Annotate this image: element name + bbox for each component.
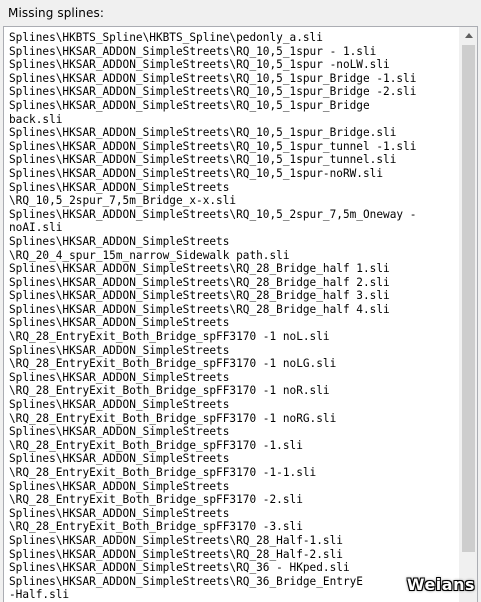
scroll-thumb[interactable] [462, 45, 475, 552]
spline-path-line: Splines\HKSAR_ADDON_SimpleStreets\RQ_10,… [9, 58, 390, 72]
spline-path-line: Splines\HKSAR_ADDON_SimpleStreets\RQ_28_… [9, 547, 343, 561]
watermark-logo: Weians [406, 575, 475, 594]
spline-path-line: Splines\HKSAR_ADDON_SimpleStreets [9, 370, 230, 384]
spline-path-line: \RQ_28_EntryExit_Both_Bridge_spFF3170 -1… [9, 411, 337, 425]
caption-label: Missing splines: [8, 6, 104, 20]
spline-path-line: Splines\HKSAR_ADDON_SimpleStreets [9, 452, 230, 466]
spline-path-line: \RQ_28_EntryExit_Both_Bridge_spFF3170 -3… [9, 520, 303, 534]
spline-path-line: Splines\HKSAR_ADDON_SimpleStreets [9, 180, 230, 194]
spline-path-line: \RQ_20_4_spur_15m_narrow_Sidewalk path.s… [9, 248, 290, 262]
spline-path-line: Splines\HKSAR_ADDON_SimpleStreets\RQ_28_… [9, 262, 390, 276]
spline-path-line: noAI.sli [9, 221, 63, 235]
spline-path-line: \RQ_28_EntryExit_Both_Bridge_spFF3170 -1… [9, 466, 317, 479]
spline-path-line: Splines\HKSAR_ADDON_SimpleStreets\RQ_10,… [9, 126, 397, 140]
spline-path-line: Splines\HKSAR_ADDON_SimpleStreets\RQ_10,… [9, 139, 417, 153]
spline-path-line: Splines\HKSAR_ADDON_SimpleStreets\RQ_10,… [9, 85, 417, 99]
spline-path-line: Splines\HKSAR_ADDON_SimpleStreets\RQ_28_… [9, 533, 343, 547]
spline-path-line: Splines\HKSAR_ADDON_SimpleStreets\RQ_10,… [9, 44, 377, 58]
vertical-scrollbar[interactable] [459, 27, 477, 602]
spline-path-line: \RQ_10,5_2spur_7,5m_Bridge_x-x.sli [9, 194, 237, 208]
spline-path-line: Splines\HKSAR_ADDON_SimpleStreets [9, 234, 230, 248]
spline-path-line: Splines\HKSAR_ADDON_SimpleStreets\RQ_10,… [9, 71, 417, 85]
spline-path-line: \RQ_28_EntryExit_Both_Bridge_spFF3170 -1… [9, 357, 337, 371]
spline-path-line: Splines\HKBTS_Spline\HKBTS_Spline\pedonl… [9, 31, 323, 44]
arrow-up-icon [464, 33, 473, 38]
spline-path-line: Splines\HKSAR_ADDON_SimpleStreets\RQ_10,… [9, 153, 397, 167]
spline-path-line: Splines\HKSAR_ADDON_SimpleStreets\RQ_28_… [9, 289, 390, 303]
spline-path-line: Splines\HKSAR_ADDON_SimpleStreets [9, 506, 230, 520]
textbox-content[interactable]: Splines\HKBTS_Spline\HKBTS_Spline\pedonl… [9, 31, 459, 602]
spline-path-line: Splines\HKSAR_ADDON_SimpleStreets [9, 398, 230, 412]
missing-splines-dialog: Missing splines: Splines\HKBTS_Spline\HK… [0, 0, 481, 602]
spline-path-line: Splines\HKSAR_ADDON_SimpleStreets\RQ_10,… [9, 207, 417, 221]
spline-path-line: -Half.sli [9, 588, 70, 602]
spline-path-line: Splines\HKSAR_ADDON_SimpleStreets [9, 425, 230, 439]
spline-path-line: \RQ_28_EntryExit_Both_Bridge_spFF3170 -1… [9, 384, 330, 398]
spline-path-line: Splines\HKSAR_ADDON_SimpleStreets\RQ_36_… [9, 574, 363, 588]
spline-path-line: \RQ_28_EntryExit_Both_Bridge_spFF3170 -1… [9, 438, 303, 452]
spline-path-line: \RQ_28_EntryExit_Both_Bridge_spFF3170 -2… [9, 493, 303, 507]
spline-path-line: back.sli [9, 112, 63, 126]
spline-path-line: Splines\HKSAR_ADDON_SimpleStreets\RQ_10,… [9, 166, 384, 180]
spline-path-line: Splines\HKSAR_ADDON_SimpleStreets\RQ_28_… [9, 275, 390, 289]
spline-path-line: Splines\HKSAR_ADDON_SimpleStreets [9, 343, 230, 357]
scroll-up-button[interactable] [460, 27, 477, 44]
spline-path-line: Splines\HKSAR_ADDON_SimpleStreets\RQ_28_… [9, 302, 390, 316]
spline-path-line: Splines\HKSAR_ADDON_SimpleStreets [9, 479, 230, 493]
spline-path-line: \RQ_28_EntryExit_Both_Bridge_spFF3170 -1… [9, 330, 330, 344]
spline-path-line: Splines\HKSAR_ADDON_SimpleStreets [9, 316, 230, 330]
missing-splines-textbox[interactable]: Splines\HKBTS_Spline\HKBTS_Spline\pedonl… [3, 26, 478, 602]
spline-path-line: Splines\HKSAR_ADDON_SimpleStreets\RQ_36 … [9, 561, 350, 575]
spline-path-line: Splines\HKSAR_ADDON_SimpleStreets\RQ_10,… [9, 98, 370, 112]
